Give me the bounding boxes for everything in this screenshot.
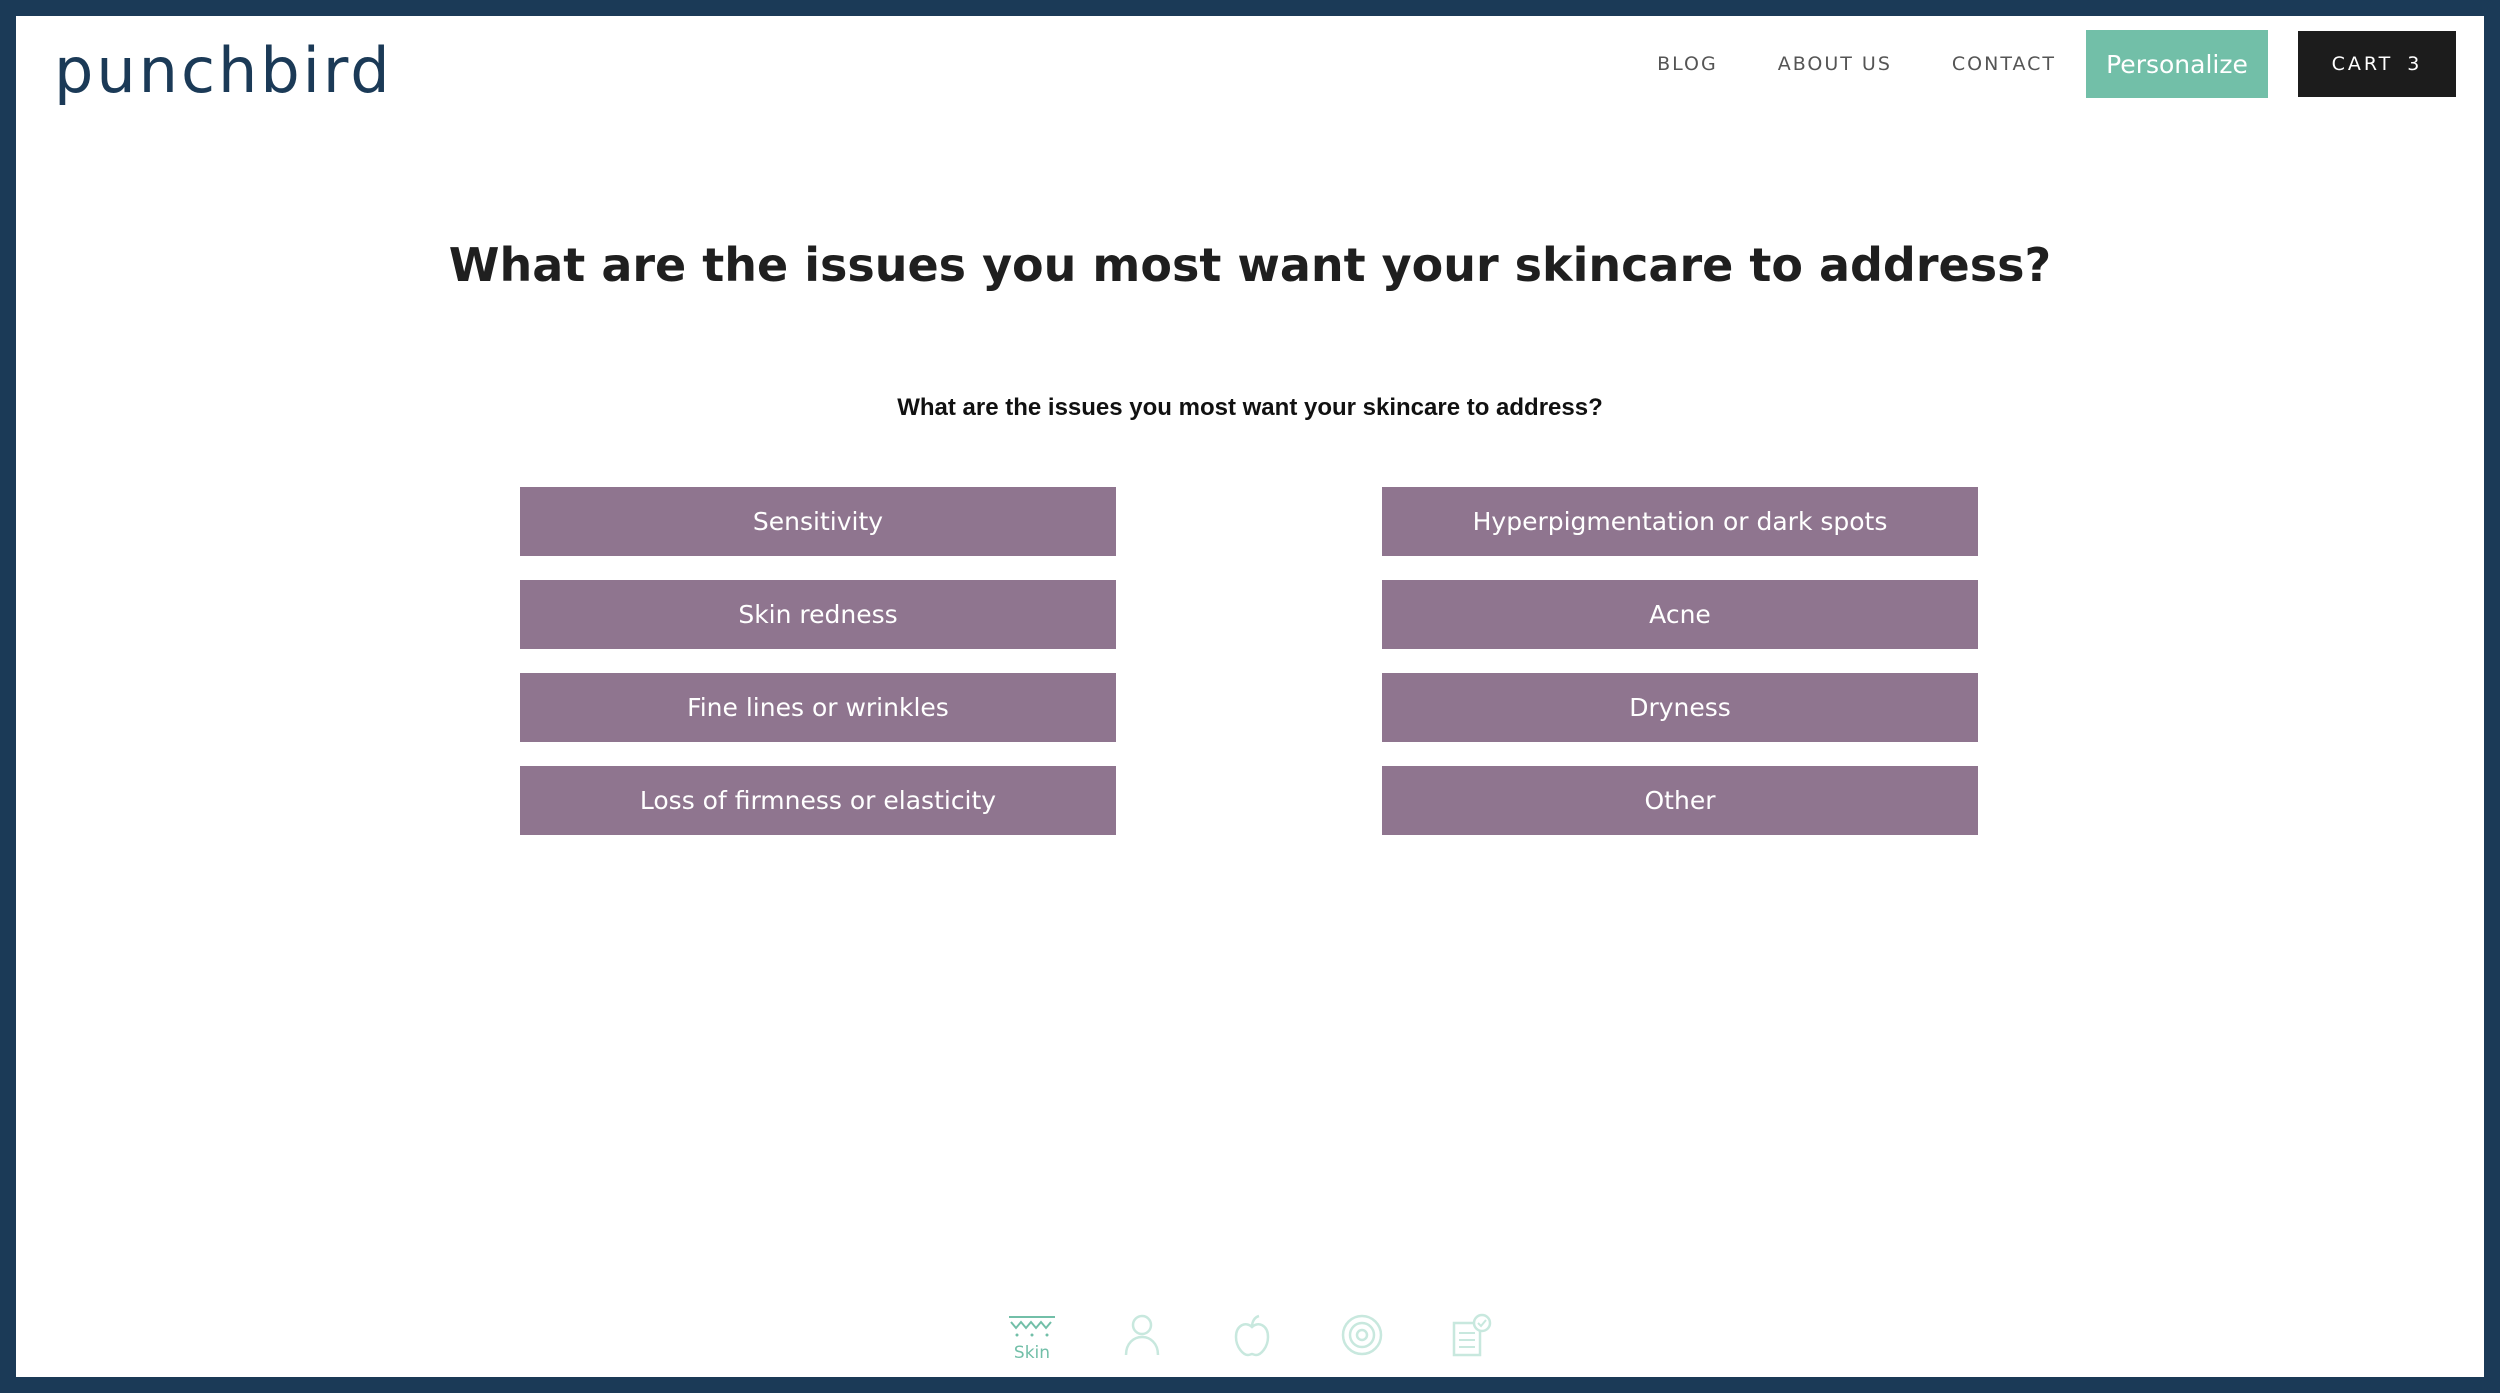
option-sensitivity[interactable]: Sensitivity <box>520 487 1116 556</box>
top-nav: BLOG ABOUT US CONTACT Personalize CART 3 <box>1657 30 2456 98</box>
nav-contact-link[interactable]: CONTACT <box>1952 53 2056 75</box>
option-dryness[interactable]: Dryness <box>1382 673 1978 742</box>
cart-label: CART <box>2331 53 2394 75</box>
step-skin-label: Skin <box>1013 1343 1051 1363</box>
answer-options: Sensitivity Hyperpigmentation or dark sp… <box>520 487 1980 835</box>
step-profile[interactable] <box>1110 1313 1174 1357</box>
step-results[interactable] <box>1440 1313 1504 1357</box>
clipboard-check-icon <box>1452 1313 1492 1357</box>
cart-button[interactable]: CART 3 <box>2298 31 2456 97</box>
option-other[interactable]: Other <box>1382 766 1978 835</box>
page-title: What are the issues you most want your s… <box>448 238 2052 292</box>
option-acne[interactable]: Acne <box>1382 580 1978 649</box>
page: punchbird BLOG ABOUT US CONTACT Personal… <box>16 16 2484 1377</box>
apple-icon <box>1234 1314 1270 1357</box>
logo[interactable]: punchbird <box>54 26 393 116</box>
cart-count: 3 <box>2407 53 2423 75</box>
personalize-button[interactable]: Personalize <box>2086 30 2268 98</box>
option-skin-redness[interactable]: Skin redness <box>520 580 1116 649</box>
person-icon <box>1124 1314 1160 1356</box>
step-skin[interactable]: Skin <box>1000 1313 1064 1363</box>
nav-blog-link[interactable]: BLOG <box>1657 53 1718 75</box>
option-loss-of-firmness[interactable]: Loss of firmness or elasticity <box>520 766 1116 835</box>
quiz-progress-steps: Skin <box>1000 1313 1504 1363</box>
option-hyperpigmentation[interactable]: Hyperpigmentation or dark spots <box>1382 487 1978 556</box>
step-diet[interactable] <box>1220 1313 1284 1357</box>
skin-icon <box>1009 1316 1055 1337</box>
step-goals[interactable] <box>1330 1313 1394 1357</box>
nav-about-link[interactable]: ABOUT US <box>1778 53 1892 75</box>
target-icon <box>1341 1314 1383 1356</box>
question-text: What are the issues you most want your s… <box>897 394 1603 421</box>
option-fine-lines[interactable]: Fine lines or wrinkles <box>520 673 1116 742</box>
